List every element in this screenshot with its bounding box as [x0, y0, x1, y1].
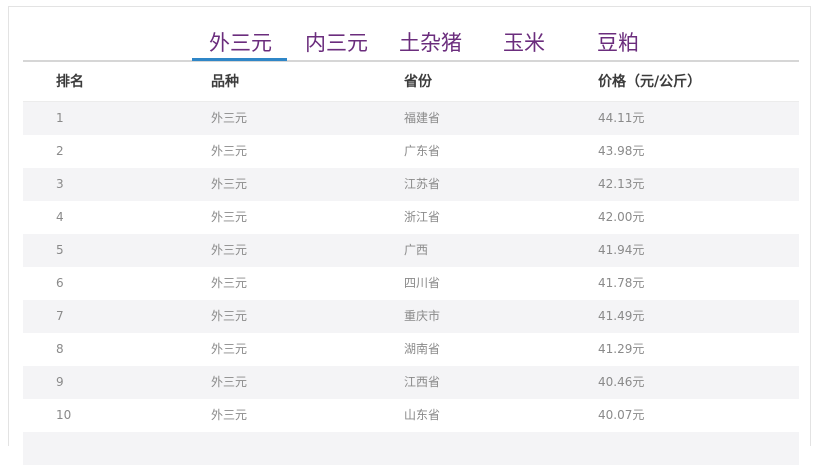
variety-cell: 外三元: [211, 210, 248, 224]
table-row: 2 外三元 广东省 43.98元: [23, 135, 799, 168]
variety-cell: 外三元: [211, 342, 248, 356]
table-row: 4 外三元 浙江省 42.00元: [23, 201, 799, 234]
table-row: 3 外三元 江苏省 42.13元: [23, 168, 799, 201]
rank-cell: 1: [56, 111, 64, 125]
variety-cell: 外三元: [211, 375, 248, 389]
table-row: 10 外三元 山东省 40.07元: [23, 399, 799, 432]
table-row-partial: [23, 432, 799, 465]
variety-cell: 外三元: [211, 111, 248, 125]
province-cell: 重庆市: [404, 309, 441, 323]
province-cell: 江西省: [404, 375, 441, 389]
tab-nei-san-yuan[interactable]: 内三元: [305, 30, 368, 56]
price-cell: 42.00元: [598, 210, 645, 224]
rank-cell: 9: [56, 375, 64, 389]
rank-cell: 10: [56, 408, 72, 422]
table-row: 1 外三元 福建省 44.11元: [23, 102, 799, 135]
price-cell: 43.98元: [598, 144, 645, 158]
variety-cell: 外三元: [211, 276, 248, 290]
table-row: 7 外三元 重庆市 41.49元: [23, 300, 799, 333]
category-tabs: 外三元 内三元 土杂猪 玉米 豆粕: [9, 7, 810, 62]
price-cell: 42.13元: [598, 177, 645, 191]
variety-cell: 外三元: [211, 177, 248, 191]
table-row: 6 外三元 四川省 41.78元: [23, 267, 799, 300]
rank-cell: 8: [56, 342, 64, 356]
price-cell: 41.49元: [598, 309, 645, 323]
province-cell: 四川省: [404, 276, 441, 290]
table-row: 8 外三元 湖南省 41.29元: [23, 333, 799, 366]
header-variety: 品种: [211, 74, 239, 90]
price-cell: 40.46元: [598, 375, 645, 389]
header-province: 省份: [404, 74, 432, 90]
province-cell: 广西: [404, 243, 429, 257]
price-cell: 41.29元: [598, 342, 645, 356]
ranking-table: 排名 品种 省份 价格（元/公斤） 1 外三元 福建省 44.11元 2 外三元…: [23, 63, 799, 465]
active-tab-indicator: [192, 58, 287, 61]
rank-cell: 6: [56, 276, 64, 290]
tab-dou-po[interactable]: 豆粕: [597, 30, 639, 56]
price-cell: 40.07元: [598, 408, 645, 422]
province-cell: 湖南省: [404, 342, 441, 356]
price-cell: 41.94元: [598, 243, 645, 257]
tab-tu-za-zhu[interactable]: 土杂猪: [399, 30, 462, 56]
rank-cell: 2: [56, 144, 64, 158]
province-cell: 江苏省: [404, 177, 441, 191]
header-price: 价格（元/公斤）: [598, 74, 702, 90]
rank-cell: 3: [56, 177, 64, 191]
variety-cell: 外三元: [211, 243, 248, 257]
variety-cell: 外三元: [211, 144, 248, 158]
province-cell: 福建省: [404, 111, 441, 125]
price-ranking-panel: 外三元 内三元 土杂猪 玉米 豆粕 排名 品种 省份 价格（元/公斤） 1 外三…: [8, 6, 811, 465]
province-cell: 广东省: [404, 144, 441, 158]
variety-cell: 外三元: [211, 309, 248, 323]
header-rank: 排名: [56, 74, 84, 90]
rank-cell: 4: [56, 210, 64, 224]
table-header: 排名 品种 省份 价格（元/公斤）: [23, 63, 799, 102]
table-row: 9 外三元 江西省 40.46元: [23, 366, 799, 399]
province-cell: 山东省: [404, 408, 441, 422]
tabs-divider: [23, 60, 799, 62]
rank-cell: 7: [56, 309, 64, 323]
price-cell: 44.11元: [598, 111, 645, 125]
rank-cell: 5: [56, 243, 64, 257]
variety-cell: 外三元: [211, 408, 248, 422]
tab-wai-san-yuan[interactable]: 外三元: [209, 30, 272, 56]
province-cell: 浙江省: [404, 210, 441, 224]
price-cell: 41.78元: [598, 276, 645, 290]
tab-yu-mi[interactable]: 玉米: [503, 30, 545, 56]
table-row: 5 外三元 广西 41.94元: [23, 234, 799, 267]
